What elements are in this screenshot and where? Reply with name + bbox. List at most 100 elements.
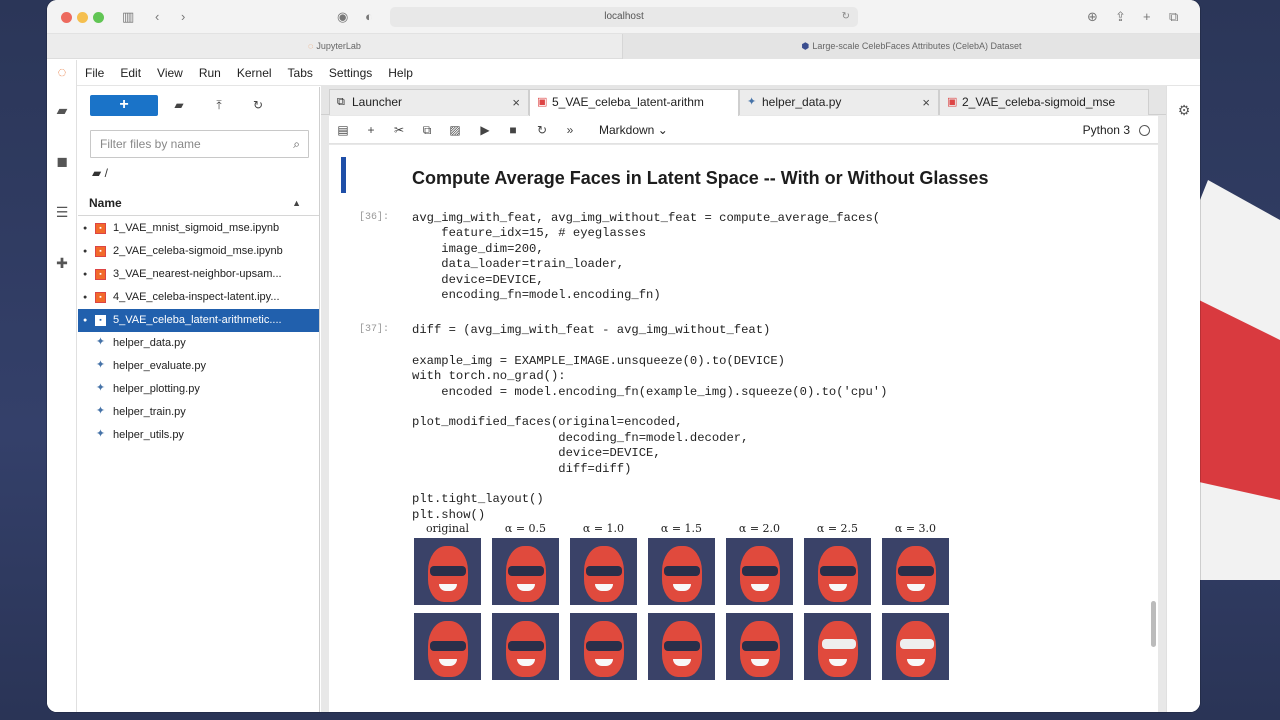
jupyter-logo-icon: ◌ (308, 41, 314, 51)
file-item[interactable]: ● ▪ 1_VAE_mnist_sigmoid_mse.ipynb (78, 217, 319, 240)
folder-icon[interactable]: ▰ (52, 100, 72, 120)
menu-file[interactable]: File (77, 60, 112, 80)
running-indicator-icon: ● (83, 248, 88, 255)
cut-icon[interactable]: ✂ (390, 121, 408, 139)
notebook-icon: ▪ (95, 292, 106, 303)
folder-icon: ▰ (92, 166, 102, 180)
cell-type-value: Markdown (599, 123, 655, 137)
file-item[interactable]: ● ▪ 4_VAE_celeba-inspect-latent.ipy... (78, 286, 319, 309)
left-activity-bar: ◌ ▰ ◼ ☰ ✚ (47, 60, 77, 712)
file-item[interactable]: ✦ helper_utils.py (78, 424, 319, 447)
new-launcher-button[interactable]: + (90, 95, 158, 116)
browser-tab-celeba[interactable]: ⬢ Large-scale CelebFaces Attributes (Cele… (622, 34, 1200, 59)
file-item[interactable]: ● ▪ 2_VAE_celeba-sigmoid_mse.ipynb (78, 240, 319, 263)
file-item-selected[interactable]: ● ▪ 5_VAE_celeba_latent-arithmetic.... (78, 309, 319, 332)
tab-notebook-2[interactable]: ▣ 2_VAE_celeba-sigmoid_mse (939, 89, 1149, 115)
share-icon[interactable]: ⇪ (1115, 8, 1126, 26)
kernel-name[interactable]: Python 3 (1083, 121, 1130, 139)
copy-icon[interactable]: ⧉ (418, 121, 436, 139)
close-icon[interactable]: × (922, 90, 930, 115)
notebook-toolbar: ▤ + ✂ ⧉ ▨ ▶ ■ ↻ » Markdown ⌄ Python 3 (329, 116, 1158, 144)
code-cell-37[interactable]: diff = (avg_img_with_feat - avg_img_with… (412, 323, 887, 523)
breadcrumb-root[interactable]: / (105, 166, 108, 180)
new-tab-icon[interactable]: + (1143, 8, 1151, 26)
privacy-icon[interactable]: ◉ (337, 8, 348, 26)
menu-kernel[interactable]: Kernel (229, 60, 280, 80)
close-window-button[interactable] (61, 12, 72, 23)
run-all-icon[interactable]: » (561, 121, 579, 139)
python-file-icon: ✦ (95, 359, 106, 371)
notebook-icon: ▪ (95, 269, 106, 280)
file-item[interactable]: ✦ helper_train.py (78, 401, 319, 424)
run-icon[interactable]: ▶ (476, 121, 494, 139)
tab-notebook-active[interactable]: ▣ 5_VAE_celeba_latent-arithm (529, 89, 739, 116)
column-header-label: Name (89, 196, 122, 210)
scrollbar-thumb[interactable] (1151, 601, 1156, 647)
menu-settings[interactable]: Settings (321, 60, 380, 80)
face-image (726, 538, 793, 605)
close-icon[interactable]: × (512, 90, 520, 115)
file-name: helper_data.py (113, 337, 186, 349)
reload-icon[interactable]: ↻ (842, 7, 850, 27)
column-header-name[interactable]: Name ▲ (78, 190, 319, 216)
filter-files-input[interactable]: Filter files by name ⌕ (90, 130, 309, 158)
restart-icon[interactable]: ↻ (533, 121, 551, 139)
download-icon[interactable]: ⊕ (1087, 8, 1098, 26)
file-name: 4_VAE_celeba-inspect-latent.ipy... (113, 291, 280, 303)
menu-run[interactable]: Run (191, 60, 229, 80)
active-cell-marker[interactable] (341, 157, 346, 193)
shield-icon[interactable]: ◐ (365, 8, 373, 26)
stop-icon[interactable]: ■ (504, 121, 522, 139)
sidebar-toggle-icon[interactable]: ▥ (122, 8, 134, 26)
table-of-contents-icon[interactable]: ☰ (52, 202, 72, 222)
tab-label: Launcher (352, 95, 403, 109)
running-icon[interactable]: ◼ (52, 151, 72, 171)
browser-tab-jupyterlab[interactable]: ◌ JupyterLab (47, 34, 622, 59)
launcher-icon: ⧉ (337, 96, 345, 108)
property-inspector-icon[interactable]: ⚙ (1174, 100, 1194, 120)
zoom-window-button[interactable] (93, 12, 104, 23)
menu-edit[interactable]: Edit (112, 60, 149, 80)
face-image (570, 613, 637, 680)
file-name: 5_VAE_celeba_latent-arithmetic.... (113, 314, 282, 326)
upload-icon[interactable]: ⤒ (210, 96, 228, 114)
file-item[interactable]: ● ▪ 3_VAE_nearest-neighbor-upsam... (78, 263, 319, 286)
python-file-icon: ✦ (95, 428, 106, 440)
code-line: plt.show() (412, 507, 486, 522)
code-line: diff = (avg_img_with_feat - avg_img_with… (412, 323, 771, 337)
code-cell-36[interactable]: avg_img_with_feat, avg_img_without_feat … (412, 211, 880, 303)
file-item[interactable]: ✦ helper_plotting.py (78, 378, 319, 401)
save-icon[interactable]: ▤ (334, 121, 352, 139)
refresh-icon[interactable]: ↻ (249, 96, 267, 114)
file-name: helper_evaluate.py (113, 360, 206, 372)
tab-helper-data[interactable]: ✦ helper_data.py × (739, 89, 939, 115)
notebook-panel[interactable]: Compute Average Faces in Latent Space --… (329, 145, 1158, 712)
extension-icon[interactable]: ✚ (52, 253, 72, 273)
insert-cell-icon[interactable]: + (362, 121, 380, 139)
notebook-icon: ▪ (95, 223, 106, 234)
tab-launcher[interactable]: ⧉ Launcher × (329, 89, 529, 115)
cell-type-select[interactable]: Markdown ⌄ (599, 121, 668, 139)
menu-view[interactable]: View (149, 60, 191, 80)
file-name: helper_utils.py (113, 429, 184, 441)
file-item[interactable]: ✦ helper_data.py (78, 332, 319, 355)
back-icon[interactable]: ‹ (155, 8, 159, 26)
forward-icon[interactable]: › (181, 8, 185, 26)
menu-bar: File Edit View Run Kernel Tabs Settings Help (77, 60, 1200, 86)
menu-help[interactable]: Help (380, 60, 421, 80)
kernel-status-icon (1139, 125, 1150, 136)
paste-icon[interactable]: ▨ (446, 121, 464, 139)
code-line: data_loader=train_loader, (412, 257, 625, 272)
menu-tabs[interactable]: Tabs (280, 60, 321, 80)
file-name: helper_plotting.py (113, 383, 200, 395)
address-bar[interactable]: localhost ↻ (390, 7, 858, 27)
tab-overview-icon[interactable]: ⧉ (1169, 8, 1178, 26)
search-icon: ⌕ (293, 137, 300, 151)
code-line: plt.tight_layout() (412, 492, 544, 507)
minimize-window-button[interactable] (77, 12, 88, 23)
new-folder-icon[interactable]: ▰ (170, 96, 188, 114)
file-item[interactable]: ✦ helper_evaluate.py (78, 355, 319, 378)
breadcrumb[interactable]: ▰ / (92, 166, 108, 180)
jupyterlab-app: ◌ ▰ ◼ ☰ ✚ File Edit View Run Kernel Tabs Setti… (47, 60, 1200, 712)
